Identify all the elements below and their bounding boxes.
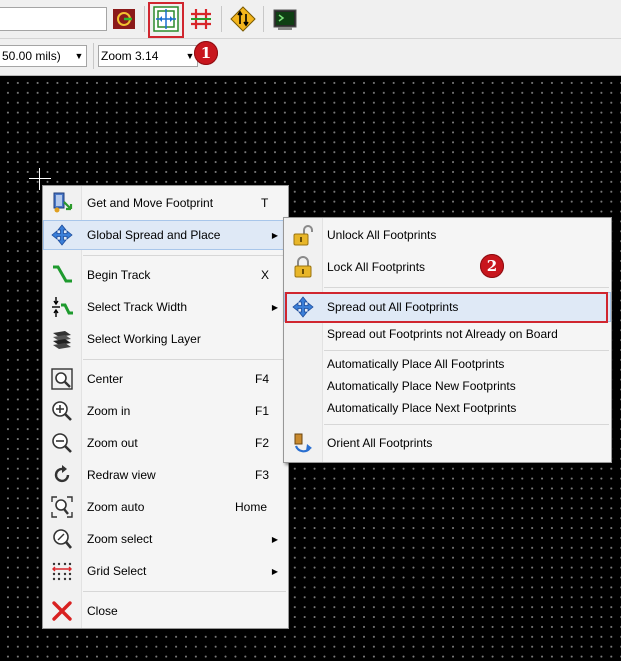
unlock-icon [291, 223, 315, 247]
submenu-item-label: Automatically Place All Footprints [327, 357, 505, 371]
menu-item-begin-track[interactable]: Begin Track X [43, 260, 288, 290]
context-menu: Get and Move Footprint T Global Spread a… [42, 185, 289, 629]
submenu-item-auto-place-all[interactable]: Automatically Place All Footprints [284, 352, 611, 376]
menu-item-label: Zoom out [87, 436, 138, 450]
submenu-item-label: Automatically Place New Footprints [327, 379, 516, 393]
menu-separator [83, 359, 286, 360]
move-arrows-icon [50, 223, 74, 247]
toolbar-separator [263, 6, 264, 32]
scripting-console-icon[interactable] [271, 5, 299, 33]
menu-separator [324, 350, 609, 351]
menu-item-shortcut: F4 [255, 372, 270, 386]
submenu-item-unlock-all[interactable]: Unlock All Footprints [284, 220, 611, 250]
grid-icon [50, 559, 74, 583]
menu-item-get-move-footprint[interactable]: Get and Move Footprint T [43, 188, 288, 218]
chevron-down-icon: ▼ [74, 51, 84, 61]
menu-item-label: Get and Move Footprint [87, 196, 214, 210]
menu-item-label: Grid Select [87, 564, 147, 578]
menu-item-label: Global Spread and Place [87, 228, 221, 242]
menu-separator [83, 255, 286, 256]
submenu-item-orient-all[interactable]: Orient All Footprints [284, 428, 611, 458]
zoom-out-icon [50, 431, 74, 455]
submenu-item-label: Spread out Footprints not Already on Boa… [327, 327, 558, 341]
get-move-footprint-icon [50, 191, 74, 215]
callout-box-1 [148, 2, 184, 38]
menu-item-label: Redraw view [87, 468, 156, 482]
menu-item-label: Zoom in [87, 404, 131, 418]
track-width-icon [50, 295, 74, 319]
callout-box-2 [285, 292, 608, 323]
submenu-item-label: Automatically Place Next Footprints [327, 401, 517, 415]
orient-icon [291, 431, 315, 455]
menu-separator [324, 287, 609, 288]
close-icon [50, 599, 74, 623]
menu-item-grid-select[interactable]: Grid Select ▶ [43, 556, 288, 586]
menu-item-close[interactable]: Close [43, 596, 288, 626]
cursor-crosshair [39, 168, 40, 190]
callout-badge-1: 1 [194, 41, 218, 65]
redraw-icon [50, 463, 74, 487]
menu-separator [324, 424, 609, 425]
submenu-item-label: Unlock All Footprints [327, 228, 437, 242]
lock-icon [291, 255, 315, 279]
menu-item-zoom-out[interactable]: Zoom out F2 [43, 428, 288, 458]
menu-item-label: Zoom select [87, 532, 153, 546]
cursor-crosshair [29, 178, 51, 179]
menu-item-label: Close [87, 604, 118, 618]
track-icon [50, 263, 74, 287]
toolbar-text-field[interactable] [0, 7, 107, 31]
menu-item-label: Select Working Layer [87, 332, 201, 346]
menu-item-shortcut: F2 [255, 436, 270, 450]
menu-item-shortcut: F1 [255, 404, 270, 418]
grid-size-value: 50.00 mils) [2, 49, 61, 63]
menu-item-shortcut: X [261, 268, 270, 282]
menu-item-select-track-width[interactable]: Select Track Width ▶ [43, 292, 288, 322]
zoom-auto-icon [50, 495, 74, 519]
menu-separator [83, 591, 286, 592]
submenu-item-label: Lock All Footprints [327, 260, 426, 274]
submenu-arrow-icon: ▶ [271, 566, 278, 576]
submenu-item-lock-all[interactable]: Lock All Footprints [284, 252, 611, 282]
layers-icon [50, 327, 74, 351]
grid-size-select[interactable]: 50.00 mils) ▼ [0, 45, 87, 67]
options-toolbar: 50.00 mils) ▼ Zoom 3.14 ▼ [0, 39, 621, 76]
toolbar-separator [144, 6, 145, 32]
menu-item-shortcut: F3 [255, 468, 270, 482]
zoom-select-icon [50, 527, 74, 551]
zoom-in-icon [50, 399, 74, 423]
toolbar-separator [93, 43, 94, 69]
track-mode-icon[interactable] [187, 5, 215, 33]
menu-item-label: Select Track Width [87, 300, 188, 314]
menu-item-label: Zoom auto [87, 500, 145, 514]
submenu-item-auto-place-new[interactable]: Automatically Place New Footprints [284, 374, 611, 398]
menu-item-shortcut: Home [235, 500, 268, 514]
zoom-center-icon [50, 367, 74, 391]
zoom-value: Zoom 3.14 [101, 49, 159, 63]
top-toolbar [0, 0, 621, 39]
submenu-arrow-icon: ▶ [271, 302, 278, 312]
menu-item-zoom-auto[interactable]: Zoom auto Home [43, 492, 288, 522]
zone-fill-icon[interactable] [110, 5, 138, 33]
menu-item-select-working-layer[interactable]: Select Working Layer [43, 324, 288, 354]
submenu-item-spread-out-not-on-board[interactable]: Spread out Footprints not Already on Boa… [284, 321, 611, 347]
menu-item-center[interactable]: Center F4 [43, 364, 288, 394]
zoom-select[interactable]: Zoom 3.14 ▼ [98, 45, 198, 67]
submenu-item-auto-place-next[interactable]: Automatically Place Next Footprints [284, 396, 611, 420]
submenu-item-label: Orient All Footprints [327, 436, 433, 450]
submenu-arrow-icon: ▶ [271, 230, 278, 240]
menu-item-redraw-view[interactable]: Redraw view F3 [43, 460, 288, 490]
toolbar-separator [221, 6, 222, 32]
menu-item-zoom-select[interactable]: Zoom select ▶ [43, 524, 288, 554]
menu-item-label: Begin Track [87, 268, 151, 282]
spread-place-submenu: Unlock All Footprints Lock All Footprint… [283, 217, 612, 463]
autorouter-icon[interactable] [229, 5, 257, 33]
submenu-arrow-icon: ▶ [271, 534, 278, 544]
menu-item-zoom-in[interactable]: Zoom in F1 [43, 396, 288, 426]
callout-badge-2: 2 [480, 254, 504, 278]
menu-item-global-spread-place[interactable]: Global Spread and Place ▶ [43, 220, 288, 250]
menu-item-shortcut: T [261, 196, 269, 210]
menu-item-label: Center [87, 372, 124, 386]
